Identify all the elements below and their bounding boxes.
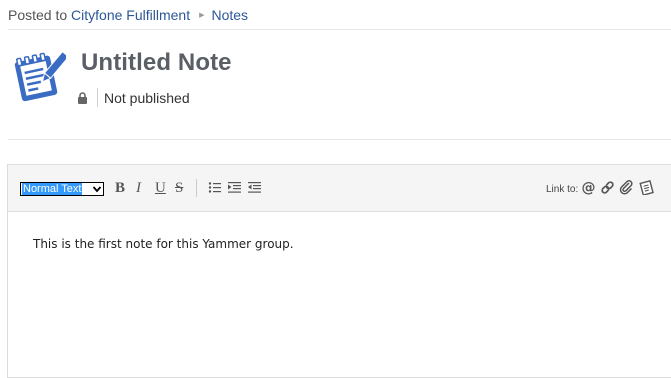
page-icon[interactable] — [639, 180, 654, 195]
mention-icon[interactable]: @ — [581, 180, 596, 195]
breadcrumb: Posted to Cityfone Fulfillment ▶ Notes — [8, 6, 248, 24]
link-icon[interactable] — [600, 180, 615, 195]
note-edit-icon — [14, 50, 66, 102]
outdent-icon[interactable] — [248, 181, 261, 194]
indent-icon[interactable] — [228, 181, 241, 194]
divider — [8, 139, 671, 140]
italic-button[interactable]: I — [136, 180, 141, 196]
publish-status: Not published — [104, 90, 190, 106]
note-title[interactable]: Untitled Note — [81, 49, 232, 77]
editor-toolbar: Normal Text B I U S Link to: @ — [8, 165, 671, 212]
svg-text:@: @ — [582, 180, 596, 195]
lock-icon — [78, 92, 87, 104]
note-editor: Normal Text B I U S Link to: @ This is t… — [7, 164, 671, 378]
bold-button[interactable]: B — [115, 180, 125, 196]
strikethrough-button[interactable]: S — [175, 180, 183, 196]
underline-button[interactable]: U — [155, 180, 166, 196]
link-to-label: Link to: — [546, 184, 579, 195]
toolbar-divider — [196, 179, 197, 197]
status-divider — [97, 88, 98, 107]
text-format-select[interactable]: Normal Text — [20, 182, 104, 196]
editor-content[interactable]: This is the first note for this Yammer g… — [33, 237, 294, 251]
text-format-value: Normal Text — [22, 183, 83, 195]
attachment-icon[interactable] — [619, 180, 634, 195]
chevron-down-icon — [92, 186, 102, 193]
bullet-list-icon[interactable] — [208, 181, 221, 194]
breadcrumb-notes-link[interactable]: Notes — [211, 7, 248, 23]
chevron-right-icon: ▶ — [199, 12, 205, 19]
breadcrumb-group-link[interactable]: Cityfone Fulfillment — [71, 7, 190, 23]
divider — [8, 29, 671, 30]
breadcrumb-prefix: Posted to — [8, 7, 68, 23]
